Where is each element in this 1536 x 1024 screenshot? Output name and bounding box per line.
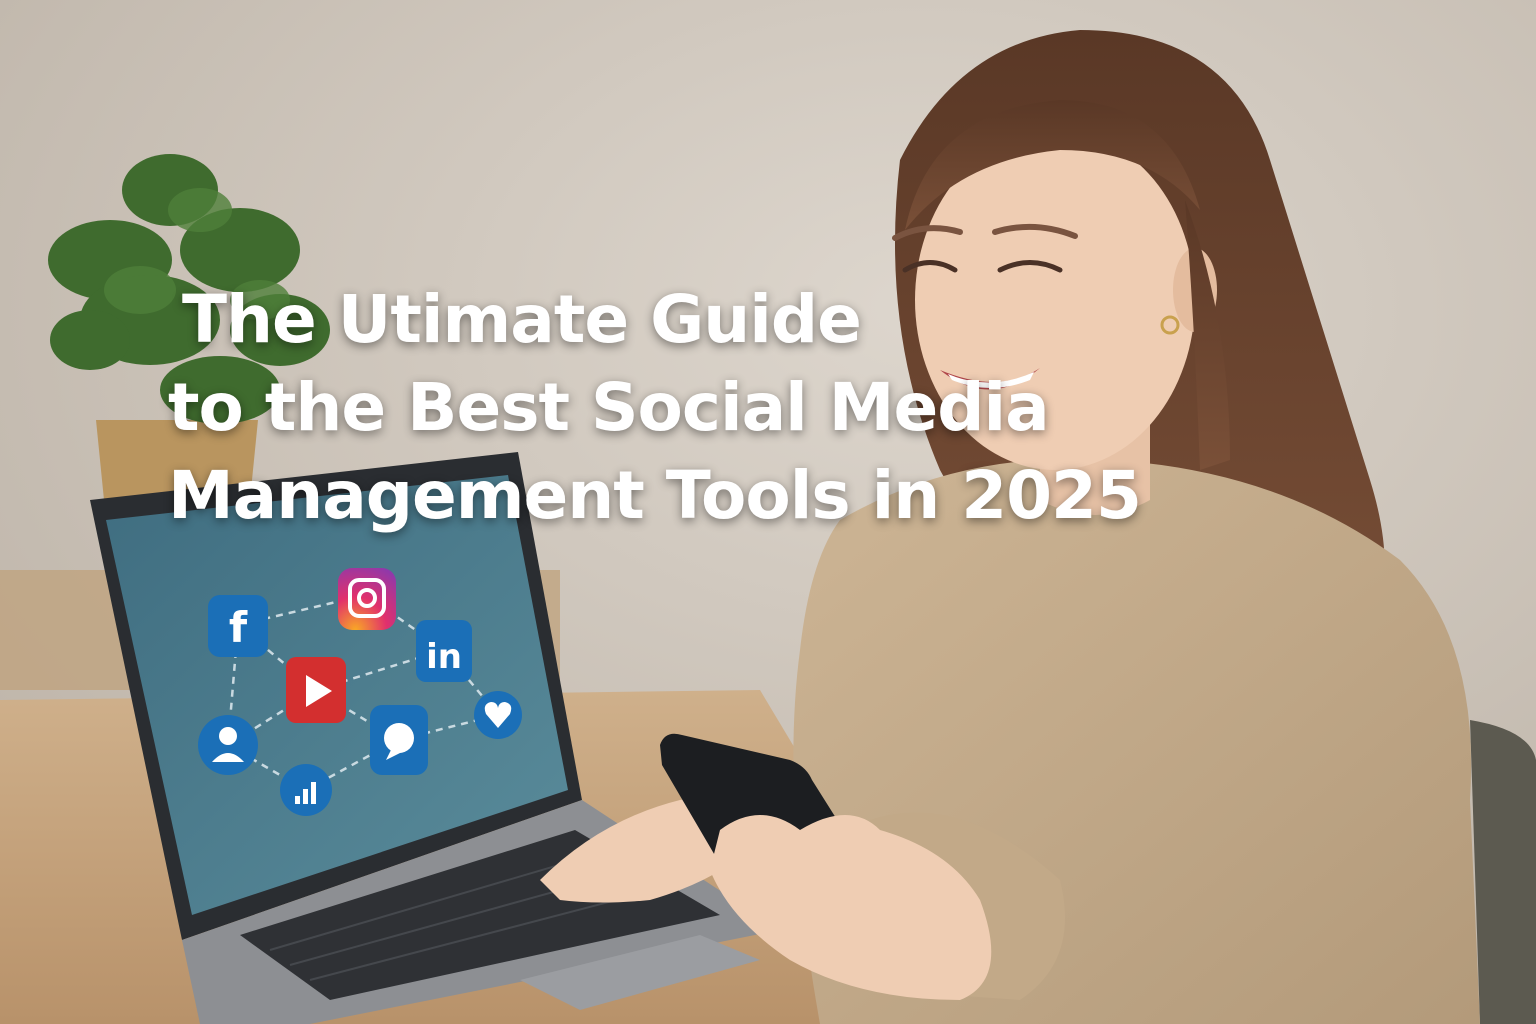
youtube-icon: [286, 657, 346, 723]
instagram-icon: [338, 568, 396, 630]
headline-line-3: Management Tools in 2025: [168, 457, 1142, 534]
headline-line-1: The Utimate Guide: [182, 281, 862, 358]
svg-text:in: in: [426, 637, 462, 677]
headline: The Utimate Guide to the Best Social Med…: [168, 276, 1308, 540]
facebook-icon: f: [208, 595, 268, 657]
linkedin-icon: in: [416, 620, 472, 682]
svg-text:f: f: [229, 603, 248, 652]
hero-banner: f in The Utimate Guide to the Best Socia…: [0, 0, 1536, 1024]
headline-line-2: to the Best Social Media: [168, 369, 1050, 446]
chat-icon: [370, 705, 428, 775]
heart-icon: [474, 691, 522, 739]
user-icon: [198, 715, 258, 775]
bar-chart-icon: [280, 764, 332, 816]
